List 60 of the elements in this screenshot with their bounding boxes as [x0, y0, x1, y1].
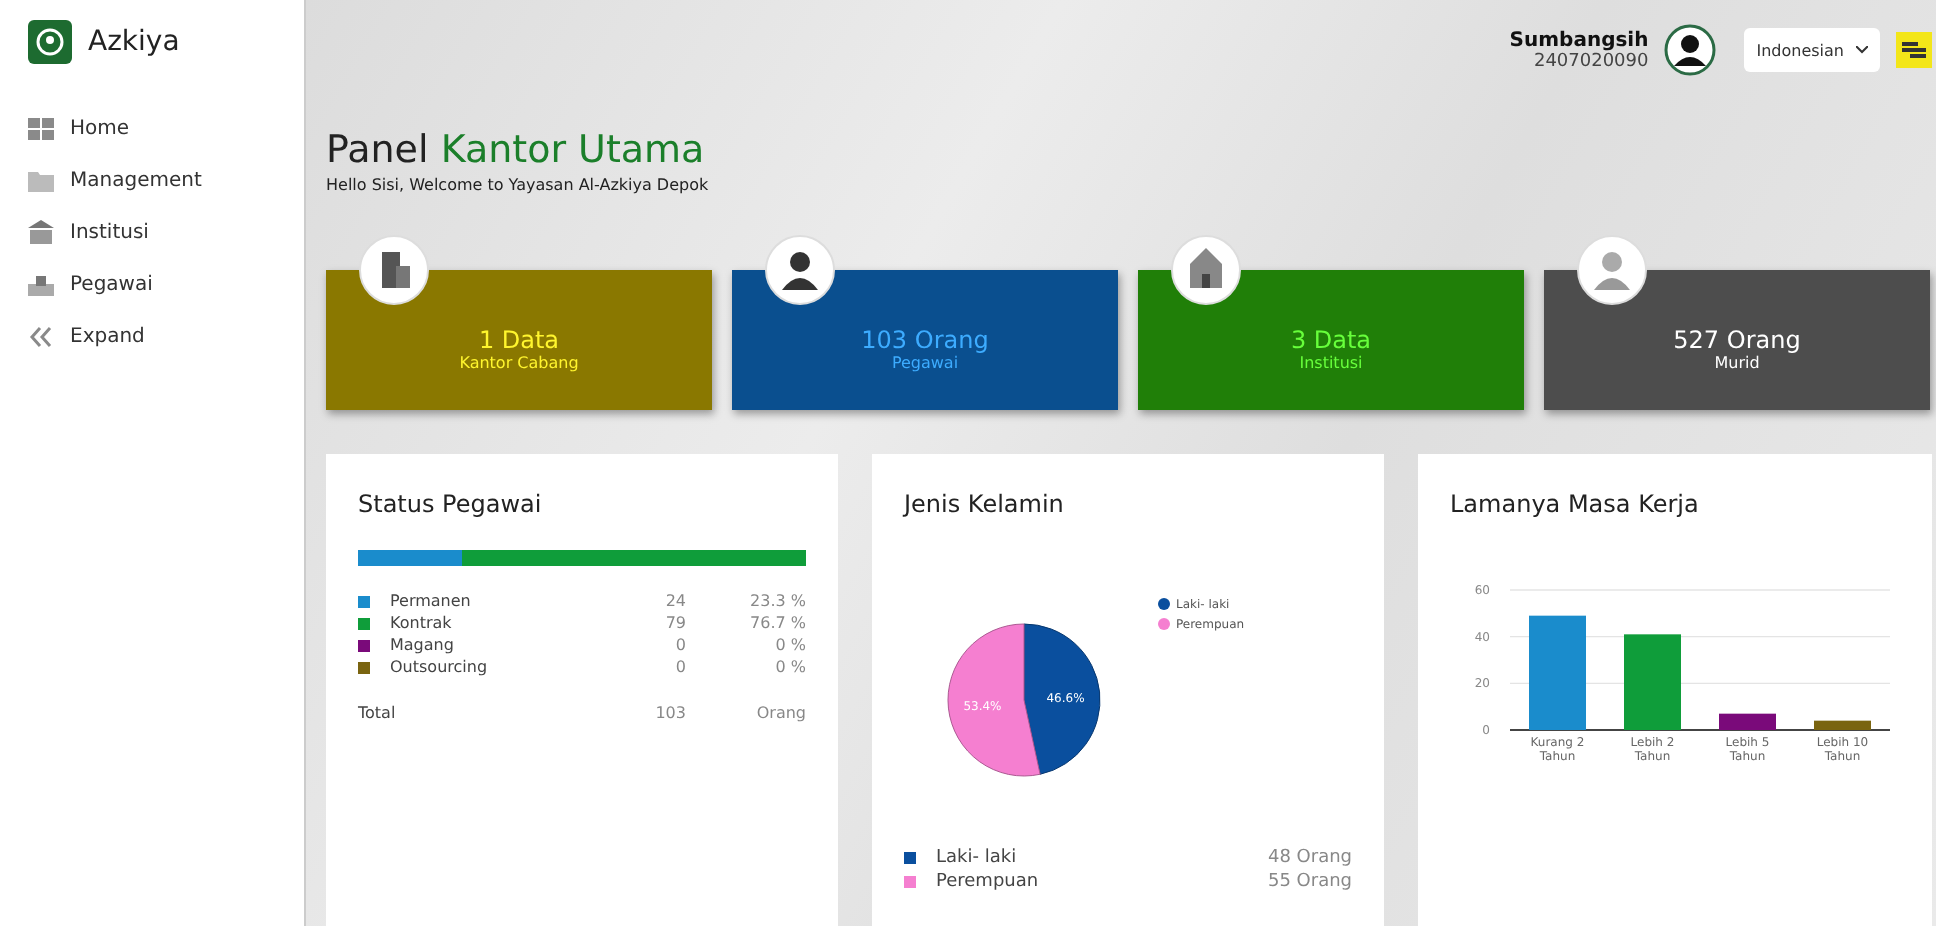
stat-value: 1 Data	[478, 325, 560, 353]
building-icon	[28, 220, 54, 244]
office-building-icon	[358, 234, 430, 306]
sidebar-item[interactable]: Pegawai	[28, 268, 276, 300]
panel-title: Jenis Kelamin	[904, 490, 1066, 518]
status-name: Permanen	[390, 592, 473, 610]
status-percent: 0 %	[773, 658, 806, 676]
stat-value: 103 Orang	[861, 325, 989, 353]
status-percent: 23.3 %	[748, 592, 806, 610]
total-unit: Orang	[754, 704, 806, 722]
stat-label: Pegawai	[891, 353, 959, 371]
status-name: Kontrak	[390, 614, 454, 632]
person-icon	[764, 234, 836, 306]
status-percent: 76.7 %	[748, 614, 806, 632]
status-count: 0	[673, 658, 686, 676]
sidebar-item[interactable]: Home	[28, 112, 276, 144]
gender-count: 48 Orang	[1265, 848, 1352, 868]
status-name: Magang	[390, 636, 456, 654]
bar	[1624, 634, 1681, 730]
bar	[1719, 713, 1776, 730]
user-id: 2407020090	[1533, 51, 1649, 71]
panel-title: Status Pegawai	[358, 490, 544, 518]
panel-title: Lamanya Masa Kerja	[1450, 490, 1701, 518]
total-count: 103	[653, 704, 686, 722]
stat-label: Institusi	[1299, 353, 1363, 371]
stat-label: Murid	[1714, 353, 1760, 371]
bar	[1814, 720, 1871, 730]
tray-icon	[28, 273, 54, 295]
status-count: 0	[673, 636, 686, 654]
sidebar-item[interactable]: Management	[28, 164, 276, 196]
stat-value: 527 Orang	[1673, 325, 1801, 353]
page-title: Panel Kantor Utama	[326, 128, 705, 172]
menu-button[interactable]	[1896, 32, 1932, 68]
caret-icon	[1856, 46, 1868, 54]
stat-value: 3 Data	[1290, 325, 1372, 353]
avatar-icon[interactable]	[1664, 24, 1717, 76]
total-label: Total	[358, 704, 398, 722]
sidebar-item[interactable]: Institusi	[28, 216, 276, 248]
language-select[interactable]: Indonesian	[1744, 28, 1880, 72]
menu-icon	[1902, 42, 1926, 58]
stat-label: Kantor Cabang	[459, 353, 579, 371]
gender-count: 55 Orang	[1265, 872, 1352, 892]
logo-icon	[28, 20, 72, 64]
person-icon	[1576, 234, 1648, 306]
chevrons-icon	[28, 325, 54, 347]
brand-name: Azkiya	[88, 26, 180, 58]
legend-dot	[1158, 598, 1170, 610]
status-name: Outsourcing	[390, 658, 490, 676]
status-count: 79	[663, 614, 686, 632]
gender-name: Perempuan	[936, 872, 1041, 892]
status-percent: 0 %	[773, 636, 806, 654]
user-name: Sumbangsih	[1509, 29, 1649, 51]
bar	[1529, 615, 1586, 730]
sidebar-item[interactable]: Expand	[28, 320, 276, 352]
gender-name: Laki- laki	[936, 848, 1019, 868]
legend-dot	[1158, 618, 1170, 630]
folder-icon	[28, 169, 54, 191]
grid-icon	[28, 117, 54, 139]
status-count: 24	[663, 592, 686, 610]
page-subtitle: Hello Sisi, Welcome to Yayasan Al-Azkiya Depok	[326, 176, 709, 194]
